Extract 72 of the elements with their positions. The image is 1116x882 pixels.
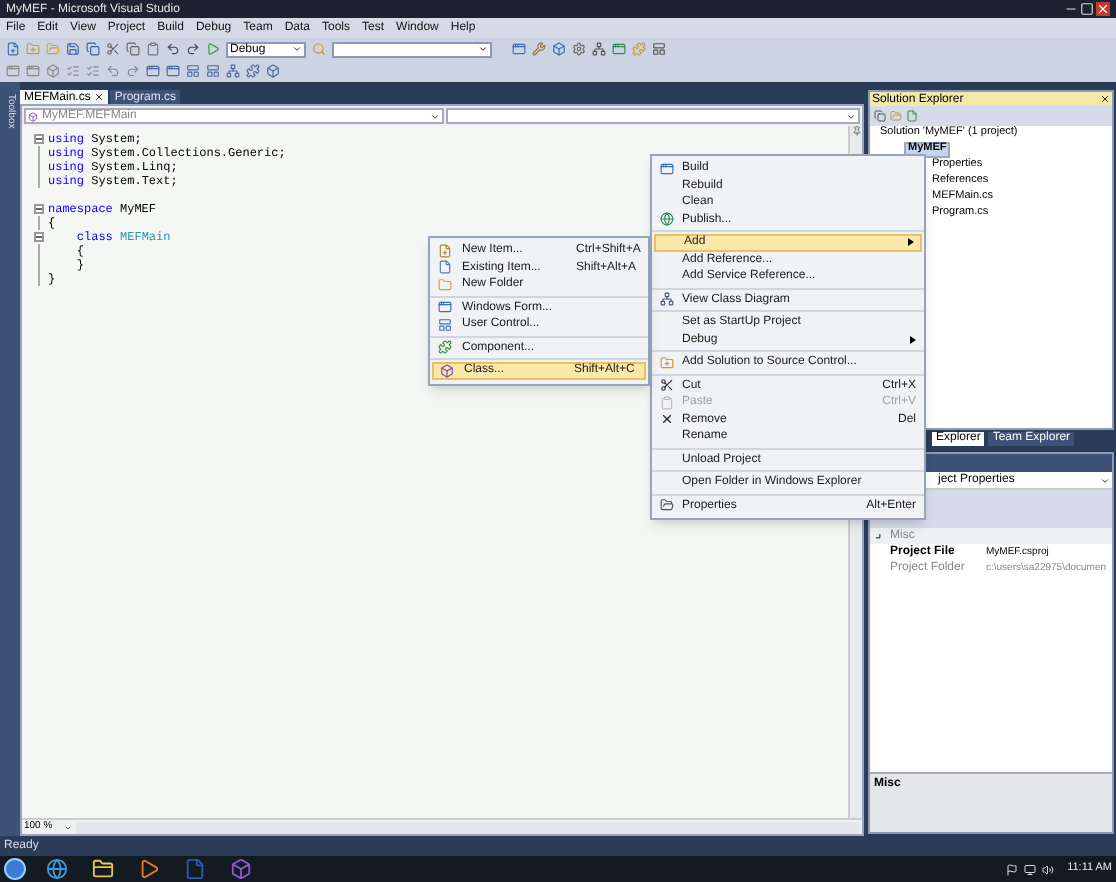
member-dropdown[interactable] — [446, 108, 860, 124]
save-icon[interactable] — [66, 42, 80, 56]
toolbar-icon[interactable] — [86, 64, 100, 78]
collapse-icon[interactable] — [34, 134, 44, 144]
media-icon[interactable] — [138, 858, 160, 880]
toolbar-icon[interactable] — [266, 64, 280, 78]
copy-icon[interactable] — [126, 42, 140, 56]
panel-icon[interactable] — [652, 42, 666, 56]
network-icon[interactable] — [1023, 863, 1036, 875]
copy-icon[interactable] — [874, 110, 886, 122]
undo-icon[interactable] — [166, 42, 180, 56]
window-icon — [438, 300, 452, 315]
window-icon[interactable] — [612, 42, 626, 56]
diagram-icon — [660, 292, 674, 307]
collapse-icon[interactable] — [34, 204, 44, 214]
search-dropdown[interactable] — [332, 41, 492, 57]
caret-icon — [430, 111, 440, 121]
document-icon[interactable] — [184, 858, 206, 880]
file-icon — [438, 260, 452, 275]
toolbar-icon[interactable] — [206, 64, 220, 78]
toolbar-icon[interactable] — [146, 64, 160, 78]
flag-icon[interactable] — [1005, 863, 1018, 875]
browser-icon[interactable] — [46, 858, 68, 880]
cut-icon[interactable] — [106, 42, 120, 56]
wrench-icon[interactable] — [532, 42, 546, 56]
folder-icon[interactable] — [92, 858, 114, 880]
toolbar-icon[interactable] — [226, 64, 240, 78]
minimize-icon[interactable] — [1064, 2, 1078, 16]
file-plus-icon — [438, 243, 452, 258]
maximize-icon[interactable] — [1080, 2, 1094, 16]
cut-icon — [660, 378, 674, 393]
submenu-arrow-icon — [910, 335, 916, 344]
gear-icon[interactable] — [572, 42, 586, 56]
box-icon[interactable] — [552, 42, 566, 56]
class-icon — [28, 111, 38, 121]
paste-icon — [660, 395, 674, 410]
folder-plus-icon — [660, 355, 674, 370]
caret-icon — [478, 44, 488, 54]
folder-icon — [438, 277, 452, 292]
caret-icon — [846, 111, 856, 121]
file-plus-icon[interactable] — [6, 42, 20, 56]
close-icon — [660, 412, 674, 427]
toolbar-icon[interactable] — [126, 64, 140, 78]
toolbar-icon[interactable] — [26, 64, 40, 78]
play-icon[interactable] — [206, 42, 220, 56]
diagram-icon[interactable] — [592, 42, 606, 56]
toolbar-icon[interactable] — [106, 64, 120, 78]
toolbar-icon[interactable] — [166, 64, 180, 78]
toolbar-icon[interactable] — [46, 64, 60, 78]
submenu-arrow-icon — [908, 238, 914, 247]
toolbar-icon[interactable] — [66, 64, 80, 78]
file-icon[interactable] — [906, 110, 918, 122]
panel-icon — [438, 317, 452, 332]
puzzle-icon — [438, 340, 452, 355]
caret-icon — [292, 44, 302, 54]
start-orb-icon[interactable] — [4, 858, 26, 880]
expand-icon[interactable] — [871, 528, 887, 544]
globe-icon — [660, 212, 674, 227]
paste-icon[interactable] — [146, 42, 160, 56]
toolbar-icon[interactable] — [246, 64, 260, 78]
box-icon — [440, 363, 454, 378]
save-all-icon[interactable] — [86, 42, 100, 56]
window-icon — [660, 161, 674, 176]
app-icon[interactable] — [230, 858, 252, 880]
folder-icon — [660, 498, 674, 513]
toolbar-icon[interactable] — [186, 64, 200, 78]
toolbar-icon[interactable] — [6, 64, 20, 78]
window-icon[interactable] — [512, 42, 526, 56]
caret-icon — [1100, 475, 1110, 485]
collapse-icon[interactable] — [34, 232, 44, 242]
speaker-icon[interactable] — [1041, 863, 1054, 875]
redo-icon[interactable] — [186, 42, 200, 56]
